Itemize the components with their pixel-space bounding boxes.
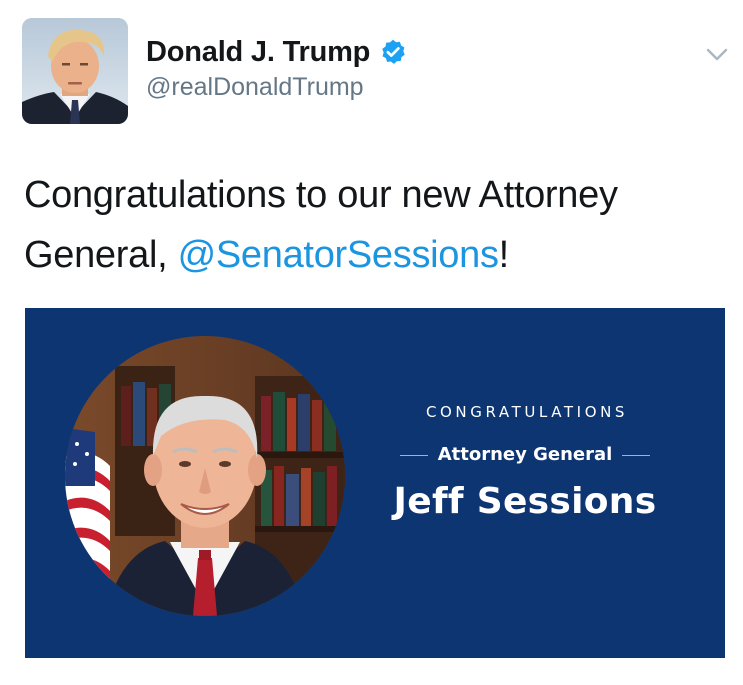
verified-badge-icon (379, 38, 407, 66)
author-name-row: Donald J. Trump (146, 34, 407, 70)
divider-left (399, 454, 428, 456)
tweet-text-end: ! (498, 234, 510, 276)
tweet-card: Donald J. Trump @realDonaldTrump Congrat… (0, 0, 743, 685)
mention-link[interactable]: @SenatorSessions (178, 234, 499, 276)
card-text-block: CONGRATULATIONS Attorney General Jeff Se… (365, 402, 685, 524)
tweet-menu-button[interactable] (700, 40, 734, 70)
portrait-photo (65, 336, 345, 616)
card-person-name: Jeff Sessions (393, 481, 657, 522)
media-card[interactable]: CONGRATULATIONS Attorney General Jeff Se… (25, 308, 725, 658)
tweet-text: Congratulations to our new Attorney Gene… (24, 165, 724, 285)
chevron-down-icon (706, 48, 728, 61)
author-block: Donald J. Trump @realDonaldTrump (146, 34, 407, 103)
card-role: Attorney General (437, 444, 613, 465)
portrait-photo-icon (65, 336, 345, 616)
author-handle[interactable]: @realDonaldTrump (146, 71, 407, 103)
card-role-row: Attorney General (365, 444, 685, 466)
divider-right (622, 454, 651, 456)
card-heading: CONGRATULATIONS (425, 403, 629, 421)
author-display-name[interactable]: Donald J. Trump (146, 34, 370, 70)
avatar[interactable] (22, 18, 128, 124)
avatar-photo-icon (22, 18, 128, 124)
